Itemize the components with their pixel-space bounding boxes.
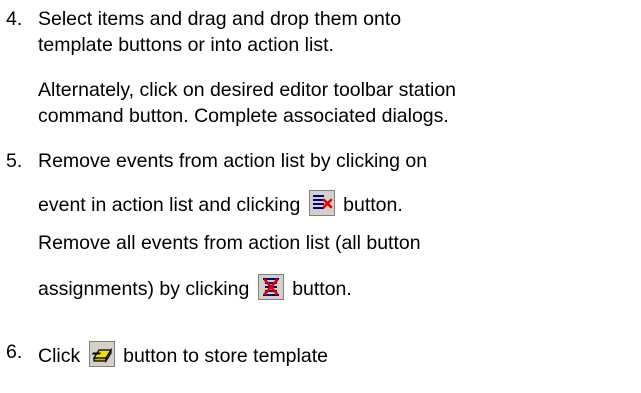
step-4-number: 4. — [6, 8, 23, 30]
step-6-text-after-icon: button to store template — [123, 345, 328, 367]
remove-event-icon — [308, 190, 335, 216]
step-4-note-line-1: Alternately, click on desired editor too… — [38, 79, 457, 101]
remove-all-icon — [257, 274, 284, 300]
step-4-note-line-2: command button. Complete associated dial… — [38, 105, 449, 127]
step-5-text-line-2: event in action list and clicking button… — [38, 190, 403, 217]
store-template-icon — [88, 341, 115, 367]
step-6-text-before-icon: Click — [38, 345, 81, 367]
step-5-note-line-2: assignments) by clicking button. — [38, 274, 352, 301]
step-6-number: 6. — [6, 341, 23, 363]
instruction-page: 4. Select items and drag and drop them o… — [0, 0, 641, 393]
step-4-text-line-1: Select items and drag and drop them onto — [38, 8, 402, 30]
step-5-text-before-icon: event in action list and clicking — [38, 194, 301, 216]
step-5-text-line-1: Remove events from action list by clicki… — [38, 150, 428, 172]
step-4-text-line-2: template buttons or into action list. — [38, 34, 334, 56]
step-5-text-after-icon: button. — [343, 194, 403, 216]
step-5-note-after-icon: button. — [292, 278, 352, 300]
step-5-number: 5. — [6, 150, 23, 172]
step-5-note-line-1: Remove all events from action list (all … — [38, 232, 421, 254]
step-6-text: Click button to store template — [38, 341, 328, 368]
step-5-note-before-icon: assignments) by clicking — [38, 278, 250, 300]
